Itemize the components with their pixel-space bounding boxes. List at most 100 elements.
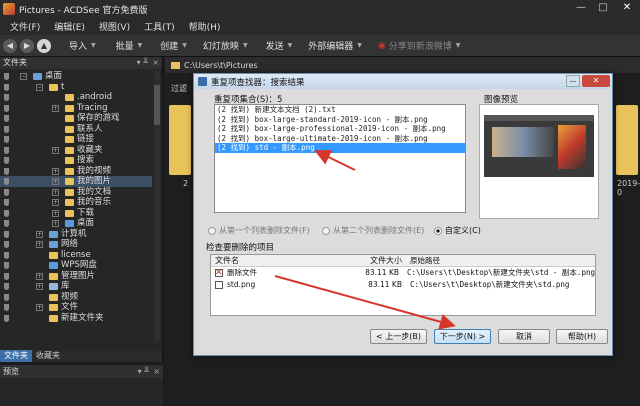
tree-item[interactable]: 搜索 — [0, 155, 152, 166]
tree-item[interactable]: .android — [0, 92, 152, 103]
list-item[interactable]: (2 找到) std - 副本.png — [215, 143, 465, 153]
list-item[interactable]: (2 找到) box-large-ultimate-2019-icon - 副本… — [215, 134, 465, 144]
expand-icon[interactable]: + — [52, 178, 59, 185]
back-button[interactable]: < 上一步(B) — [370, 329, 427, 344]
menu-tools[interactable]: 工具(T) — [144, 20, 175, 33]
current-path: C:\Users\t\Pictures — [184, 60, 258, 70]
expand-icon[interactable]: + — [36, 304, 43, 311]
file-size: 83.11 KB — [368, 280, 402, 289]
delete-checkbox[interactable] — [215, 267, 223, 279]
up-arrow-icon[interactable]: ▲ — [37, 38, 51, 53]
menu-view[interactable]: 视图(V) — [99, 20, 130, 33]
tree-item[interactable]: + 我的视频 — [0, 166, 152, 177]
tree-item[interactable]: license — [0, 250, 152, 261]
import-button[interactable]: 导入 ▼ — [69, 39, 96, 52]
tree-item[interactable]: 新建文件夹 — [0, 313, 152, 324]
tree-item[interactable]: + 下载 — [0, 208, 152, 219]
slideshow-label: 幻灯放映 — [202, 42, 239, 52]
minimize-button[interactable]: — — [570, 0, 592, 16]
duplicate-sets-list[interactable]: (2 找到) 新建文本文档 (2).txt (2 找到) box-large-st… — [214, 104, 466, 213]
share-weibo-button[interactable]: ◉ 分享到新浪微博 ▼ — [378, 39, 461, 53]
menu-edit[interactable]: 编辑(E) — [54, 20, 85, 33]
next-button[interactable]: 下一步(N) > — [434, 329, 491, 344]
shield-icon — [4, 251, 9, 259]
scrollbar-thumb[interactable] — [154, 85, 160, 125]
pin-icon[interactable]: ▾ ╨ — [138, 365, 149, 378]
menu-file[interactable]: 文件(F) — [10, 20, 40, 33]
tree-item[interactable]: + 库 — [0, 281, 152, 292]
slideshow-button[interactable]: 幻灯放映 ▼ — [203, 39, 248, 52]
tree-scrollbar[interactable] — [154, 71, 160, 341]
external-editor-button[interactable]: 外部编辑器 ▼ — [308, 39, 362, 52]
computer-icon — [49, 241, 58, 248]
pin-icon[interactable]: ▾ ╨ — [137, 57, 148, 69]
tree-item[interactable]: + 计算机 — [0, 229, 152, 240]
radio-custom[interactable]: 自定义(C) — [434, 225, 481, 236]
tree-item[interactable]: + 管理图片 — [0, 271, 152, 282]
close-button[interactable]: ✕ — [614, 0, 640, 16]
tab-folders[interactable]: 文件夹 — [0, 350, 32, 362]
radio-delete-second-list[interactable]: 从第二个列表删除文件(E) — [322, 225, 424, 236]
tree-item[interactable]: + 收藏夹 — [0, 145, 152, 156]
cancel-button[interactable]: 取消 — [498, 329, 550, 344]
expand-icon[interactable]: + — [36, 283, 43, 290]
close-icon[interactable]: × — [153, 365, 160, 378]
chevron-down-icon: ▼ — [287, 42, 293, 49]
expand-icon[interactable]: + — [52, 209, 59, 217]
tree-item[interactable]: 链接 — [0, 134, 152, 145]
acdsee-app-icon — [3, 3, 15, 15]
tree-item[interactable]: 联系人 — [0, 124, 152, 135]
tree-item-label: license — [61, 249, 91, 260]
tree-item[interactable]: + 我的文档 — [0, 187, 152, 198]
tree-item[interactable]: + 桌面 — [0, 218, 152, 229]
forward-arrow-icon[interactable]: ▶ — [20, 38, 34, 53]
list-item[interactable]: (2 找到) box-large-professional-2019-icon … — [215, 124, 465, 134]
expand-icon[interactable]: + — [52, 104, 59, 112]
minimize-button[interactable]: — — [566, 75, 580, 87]
tree-item[interactable]: WPS网盘 — [0, 260, 152, 271]
tree-item[interactable]: + 网络 — [0, 239, 152, 250]
help-button[interactable]: 帮助(H) — [556, 329, 608, 344]
tree-item-label: 我的图片 — [77, 176, 112, 186]
expand-icon[interactable]: + — [52, 146, 59, 154]
delete-checkbox[interactable] — [215, 281, 223, 289]
expand-icon[interactable]: + — [52, 188, 59, 196]
folder-thumbnail[interactable] — [169, 105, 191, 175]
expand-icon[interactable]: + — [52, 167, 59, 175]
tree-item[interactable]: 视频 — [0, 292, 152, 303]
collapse-icon[interactable]: − — [20, 73, 27, 80]
filter-label[interactable]: 过滤 — [171, 83, 187, 94]
radio-delete-first-list[interactable]: 从第一个列表删除文件(F) — [208, 225, 310, 236]
maximize-button[interactable]: □ — [592, 0, 614, 16]
table-row[interactable]: 删除文件 83.11 KB C:\Users\t\Desktop\新建文件夹\s… — [211, 267, 595, 279]
folder-thumbnail[interactable] — [616, 105, 638, 175]
back-arrow-icon[interactable]: ◀ — [3, 38, 17, 53]
tree-item[interactable]: − 桌面 — [0, 71, 152, 82]
collapse-icon[interactable]: − — [36, 83, 43, 91]
expand-icon[interactable]: + — [36, 241, 43, 248]
table-row[interactable]: std.png 83.11 KB C:\Users\t\Desktop\新建文件… — [211, 279, 595, 291]
close-icon[interactable]: × — [152, 57, 159, 69]
list-item[interactable]: (2 找到) box-large-standard-2019-icon - 副本… — [215, 115, 465, 125]
dialog-close-button[interactable]: ✕ — [582, 75, 610, 87]
tree-item[interactable]: + 我的音乐 — [0, 197, 152, 208]
list-item[interactable]: (2 找到) 新建文本文档 (2).txt — [215, 105, 465, 115]
path-bar[interactable]: C:\Users\t\Pictures — [165, 57, 640, 73]
send-button[interactable]: 发送 ▼ — [266, 39, 293, 52]
tab-favorites[interactable]: 收藏夹 — [32, 350, 64, 362]
column-filesize[interactable]: 文件大小 — [359, 255, 406, 266]
create-button[interactable]: 创建 ▼ — [160, 39, 187, 52]
expand-icon[interactable]: + — [52, 220, 59, 227]
batch-button[interactable]: 批量 ▼ — [116, 39, 143, 52]
tree-item[interactable]: + 文件 — [0, 302, 152, 313]
column-original-path[interactable]: 原始路径 — [406, 255, 595, 266]
column-filename[interactable]: 文件名 — [211, 255, 359, 266]
tree-item[interactable]: + Tracing — [0, 103, 152, 114]
tree-item[interactable]: 保存的游戏 — [0, 113, 152, 124]
expand-icon[interactable]: + — [52, 199, 59, 206]
expand-icon[interactable]: + — [36, 230, 43, 238]
tree-item[interactable]: + 我的图片 — [0, 176, 152, 187]
tree-item[interactable]: − t — [0, 82, 152, 93]
expand-icon[interactable]: + — [36, 272, 43, 280]
menu-help[interactable]: 帮助(H) — [189, 20, 221, 33]
